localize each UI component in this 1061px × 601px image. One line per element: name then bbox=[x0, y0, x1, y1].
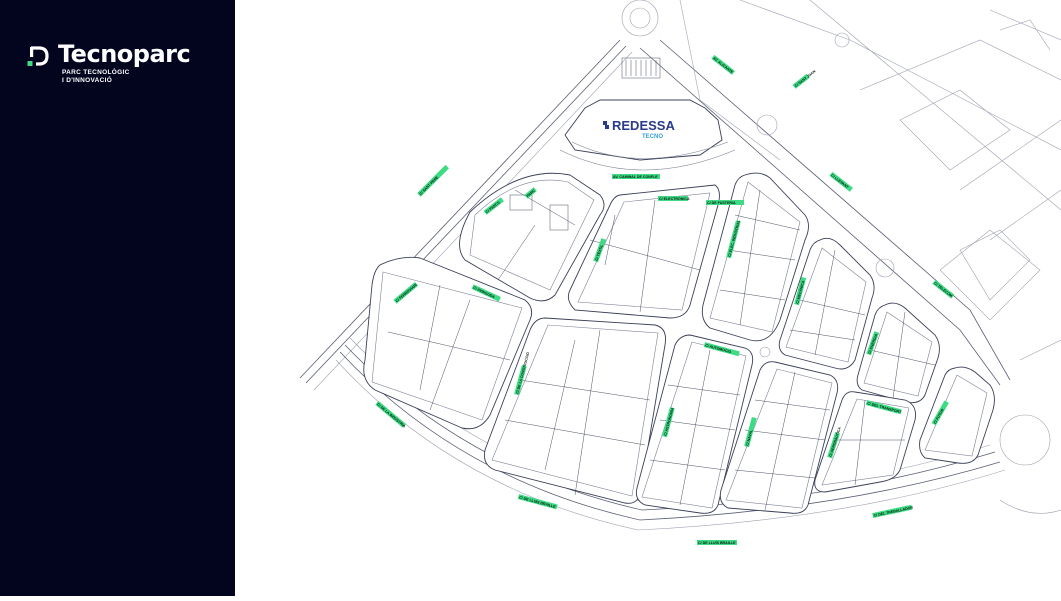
brand-name: Tecnoparc bbox=[58, 40, 191, 68]
label-lluis-braille-2[interactable]: C/ DE LLUÍS BRAILLE bbox=[697, 540, 737, 545]
svg-text:C/ DEL TREBALLADOR: C/ DEL TREBALLADOR bbox=[873, 505, 913, 517]
building-name: REDESSA bbox=[612, 118, 675, 133]
brand-tagline-2: I D'INNOVACIÓ bbox=[62, 77, 113, 84]
label-treballador[interactable]: C/ DEL TREBALLADOR bbox=[872, 504, 914, 518]
label-alicante[interactable]: AV. ALICANTE bbox=[711, 54, 735, 75]
tecnoparc-logo[interactable]: Tecnoparc PARC TECNOLÒGIC I D'INNOVACIÓ bbox=[27, 40, 217, 90]
label-sant-pere[interactable]: C/ SANT PERE bbox=[417, 164, 449, 197]
svg-text:C/ DE LLUÍS BRAILLE: C/ DE LLUÍS BRAILLE bbox=[698, 540, 736, 545]
label-sant-joan[interactable]: C/ SANT JOAN bbox=[792, 68, 817, 89]
svg-text:C/ SANT PERE: C/ SANT PERE bbox=[419, 175, 440, 196]
label-industria[interactable]: C/ DE LA INDÚSTRIA bbox=[375, 400, 407, 429]
label-fusteria[interactable]: C/ DE FUSTERIA bbox=[706, 200, 744, 205]
site-plan-svg[interactable]: REDESSA TECNO C/ SANT PERE AV. ALICANTE … bbox=[235, 0, 1061, 596]
svg-text:AV. ALICANTE: AV. ALICANTE bbox=[712, 56, 734, 75]
site-plan-map[interactable]: REDESSA TECNO C/ SANT PERE AV. ALICANTE … bbox=[235, 0, 1061, 596]
sidebar: Tecnoparc PARC TECNOLÒGIC I D'INNOVACIÓ bbox=[0, 0, 235, 596]
tecnoparc-mark-icon bbox=[27, 46, 49, 66]
label-electronica[interactable]: C/ ELECTRÒNICA bbox=[658, 196, 690, 201]
svg-text:C/ DE FUSTERIA: C/ DE FUSTERIA bbox=[707, 201, 736, 205]
label-lluis-braille[interactable]: C/ DE LLUÍS BRAILLE bbox=[517, 494, 558, 510]
svg-text:C/ LLEVANT: C/ LLEVANT bbox=[830, 173, 850, 190]
svg-text:C/ TELECOM: C/ TELECOM bbox=[933, 281, 953, 298]
svg-text:C/ ELECTRÒNICA: C/ ELECTRÒNICA bbox=[659, 196, 690, 201]
block-f[interactable] bbox=[919, 366, 995, 464]
svg-text:C/ DE LLUÍS BRAILLE: C/ DE LLUÍS BRAILLE bbox=[519, 494, 557, 509]
label-caminal[interactable]: AV. CAMINAL DE CONFLE bbox=[612, 174, 660, 179]
building-sub: TECNO bbox=[642, 134, 663, 140]
svg-text:AV. CAMINAL DE CONFLE: AV. CAMINAL DE CONFLE bbox=[613, 175, 658, 179]
brand-tagline-1: PARC TECNOLÒGIC bbox=[62, 69, 130, 76]
svg-text:C/ DE LA INDÚSTRIA: C/ DE LA INDÚSTRIA bbox=[376, 402, 407, 429]
label-llevant[interactable]: C/ LLEVANT bbox=[829, 171, 853, 192]
label-telecom[interactable]: C/ TELECOM bbox=[932, 279, 955, 299]
svg-text:C/ SANT JOAN: C/ SANT JOAN bbox=[794, 69, 817, 88]
